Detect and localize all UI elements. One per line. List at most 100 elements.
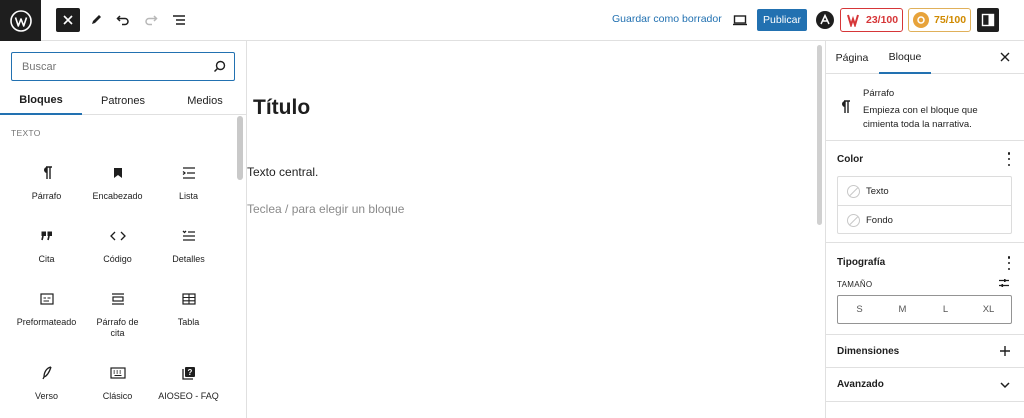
redo-icon — [145, 15, 158, 26]
custom-size-settings-icon[interactable] — [998, 277, 1010, 289]
paragraph-icon — [37, 163, 57, 183]
advanced-panel-title: Avanzado — [837, 379, 884, 390]
block-item-classic[interactable]: Clásico — [82, 359, 153, 418]
color-text-option[interactable]: Texto — [838, 177, 1011, 206]
plus-icon[interactable] — [999, 345, 1011, 357]
tab-bloques[interactable]: Bloques — [0, 87, 82, 115]
redo-button[interactable] — [139, 8, 163, 32]
document-overview-button[interactable] — [167, 8, 191, 32]
color-option-label: Texto — [866, 186, 889, 197]
truseo-score-button[interactable]: 75/100 — [908, 8, 971, 32]
preformatted-icon — [37, 289, 57, 309]
block-item-details[interactable]: Detalles — [153, 222, 224, 282]
wordpress-icon — [9, 9, 32, 32]
block-item-label: Preformateado — [16, 317, 77, 327]
block-item-aioseo-faq[interactable]: ? AIOSEO - FAQ — [153, 359, 224, 418]
more-options-icon[interactable] — [1007, 256, 1011, 270]
keyboard-icon — [108, 363, 128, 383]
font-size-l[interactable]: L — [924, 296, 967, 323]
color-swatch — [847, 185, 860, 198]
verse-icon — [37, 363, 57, 383]
block-appender-placeholder[interactable]: Teclea / para elegir un bloque — [247, 202, 404, 216]
canvas-scrollbar[interactable] — [817, 45, 822, 225]
list-view-icon — [173, 15, 185, 25]
preview-button[interactable] — [728, 8, 752, 32]
typography-panel-title: Tipografía — [837, 257, 886, 268]
paragraph-icon — [842, 100, 850, 113]
close-inserter-button[interactable] — [56, 8, 80, 32]
settings-tabs: Página Bloque — [826, 41, 1024, 74]
font-size-s[interactable]: S — [838, 296, 881, 323]
dimensions-panel[interactable]: Dimensiones — [826, 335, 1024, 368]
settings-sidebar: Página Bloque Párrafo Empieza con el blo… — [825, 41, 1024, 418]
block-item-label: Cita — [38, 254, 55, 264]
block-item-label: Tabla — [177, 317, 200, 327]
font-size-m[interactable]: M — [881, 296, 924, 323]
color-background-option[interactable]: Fondo — [838, 206, 1011, 235]
block-item-code[interactable]: Código — [82, 222, 153, 282]
close-icon — [63, 15, 73, 25]
pullquote-icon — [108, 289, 128, 309]
block-item-heading[interactable]: Encabezado — [82, 159, 153, 219]
block-item-preformatted[interactable]: Preformateado — [11, 285, 82, 351]
editor-canvas: Título Texto central. Teclea / para eleg… — [247, 41, 825, 418]
wordpress-logo[interactable] — [0, 0, 41, 41]
faq-icon: ? — [179, 363, 199, 383]
color-options: Texto Fondo — [837, 176, 1012, 234]
category-heading: TEXTO — [11, 128, 41, 138]
block-inserter-panel: Bloques Patrones Medios TEXTO Párrafo En… — [0, 41, 247, 418]
headline-analyzer-icon — [845, 12, 861, 28]
block-item-quote[interactable]: Cita — [11, 222, 82, 282]
post-title[interactable]: Título — [253, 96, 310, 120]
block-item-label: Clásico — [102, 391, 133, 401]
desktop-preview-icon — [733, 15, 747, 26]
seo-score-value: 23/100 — [866, 14, 899, 26]
paragraph-block[interactable]: Texto central. — [247, 165, 318, 179]
font-size-label: TAMAÑO — [837, 280, 873, 289]
block-item-label: Párrafo de cita — [96, 317, 139, 338]
chevron-down-icon[interactable] — [999, 380, 1011, 390]
color-panel-title: Color — [837, 154, 864, 165]
block-item-verse[interactable]: Verso — [11, 359, 82, 418]
inserter-tabs: Bloques Patrones Medios — [0, 87, 246, 115]
font-size-picker: S M L XL — [837, 295, 1012, 324]
truseo-score-value: 75/100 — [934, 14, 967, 26]
undo-button[interactable] — [111, 8, 135, 32]
seo-score-button[interactable]: 23/100 — [840, 8, 903, 32]
code-icon — [108, 226, 128, 246]
block-item-table[interactable]: Tabla — [153, 285, 224, 345]
block-card: Párrafo Empieza con el bloque que cimien… — [826, 74, 1024, 141]
list-icon — [179, 163, 199, 183]
aioseo-button[interactable] — [813, 8, 837, 32]
block-item-list[interactable]: Lista — [153, 159, 224, 219]
more-options-icon[interactable] — [1007, 152, 1011, 166]
tab-pagina[interactable]: Página — [826, 41, 878, 74]
block-item-label: Párrafo — [31, 191, 62, 201]
advanced-panel[interactable]: Avanzado — [826, 368, 1024, 402]
save-draft-button[interactable]: Guardar como borrador — [612, 13, 722, 25]
tools-button[interactable] — [84, 8, 108, 32]
block-item-label: Verso — [34, 391, 58, 401]
tab-patrones[interactable]: Patrones — [82, 87, 164, 115]
settings-sidebar-toggle[interactable] — [977, 8, 999, 32]
publish-button[interactable]: Publicar — [757, 9, 807, 31]
close-icon[interactable] — [999, 51, 1011, 63]
block-search[interactable] — [11, 52, 235, 81]
tab-bloque[interactable]: Bloque — [879, 41, 931, 74]
color-swatch — [847, 214, 860, 227]
block-search-input[interactable] — [12, 53, 208, 80]
quote-icon — [37, 226, 57, 246]
block-item-label: Encabezado — [92, 191, 143, 201]
tab-medios[interactable]: Medios — [164, 87, 246, 115]
dimensions-panel-title: Dimensiones — [837, 346, 900, 357]
aioseo-logo-icon — [816, 11, 834, 29]
pencil-icon — [92, 15, 101, 24]
editor-header: Guardar como borrador Publicar 23/100 75… — [0, 0, 1024, 41]
block-item-label: AIOSEO - FAQ — [158, 391, 219, 401]
font-size-xl[interactable]: XL — [967, 296, 1010, 323]
block-item-paragraph[interactable]: Párrafo — [11, 159, 82, 219]
block-item-pullquote[interactable]: Párrafo de cita — [82, 285, 153, 351]
inserter-scrollbar[interactable] — [237, 116, 243, 180]
block-item-label: Lista — [178, 191, 198, 201]
table-icon — [179, 289, 199, 309]
